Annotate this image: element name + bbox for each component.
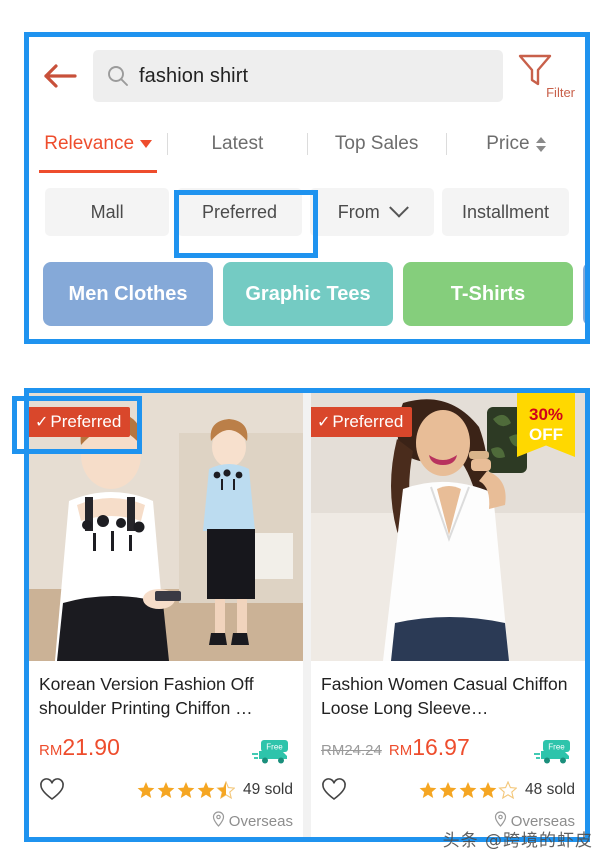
product-location: Overseas (39, 811, 293, 831)
chip-from[interactable]: From (309, 188, 434, 236)
chip-mall[interactable]: Mall (45, 188, 170, 236)
category-chip-row: Men Clothes Graphic Tees T-Shirts (29, 251, 585, 337)
svg-text:Free: Free (266, 743, 283, 752)
search-filter-panel: fashion shirt Filter Relevance Latest To… (29, 37, 585, 339)
tab-relevance[interactable]: Relevance (29, 115, 167, 173)
preferred-badge-label: Preferred (332, 412, 404, 431)
category-next-partial[interactable] (583, 262, 585, 326)
category-men-clothes[interactable]: Men Clothes (43, 262, 213, 326)
tab-top-sales-label: Top Sales (334, 133, 419, 154)
tab-relevance-label: Relevance (44, 133, 135, 154)
product-info: Korean Version Fashion Off shoulder Prin… (29, 661, 303, 837)
tab-latest-label: Latest (211, 133, 264, 154)
price-amount: 16.97 (412, 734, 470, 760)
currency-symbol: RM (39, 742, 63, 759)
product-price-row: RM24.24 RM16.97 Free (321, 734, 575, 764)
search-input[interactable]: fashion shirt (93, 50, 503, 102)
check-icon: ✓ (35, 414, 49, 431)
chip-from-label: From (337, 201, 380, 222)
product-title: Fashion Women Casual Chiffon Loose Long … (321, 674, 568, 718)
product-title: Korean Version Fashion Off shoulder Prin… (39, 674, 254, 718)
star-rating (137, 781, 235, 799)
category-men-clothes-label: Men Clothes (68, 282, 188, 305)
product-grid: ✓ Preferred Korean Version Fashion Off s… (29, 393, 585, 837)
preferred-badge-label: Preferred (50, 412, 122, 431)
filter-button[interactable]: Filter (513, 48, 575, 104)
preferred-badge: ✓ Preferred (29, 407, 131, 437)
rating-and-sold: 48 sold (419, 781, 575, 799)
free-shipping-badge: Free (251, 739, 291, 765)
preferred-badge: ✓ Preferred (311, 407, 413, 437)
app-screenshot: fashion shirt Filter Relevance Latest To… (0, 0, 609, 861)
sort-up-down-icon (535, 136, 546, 152)
search-bar: fashion shirt Filter (29, 37, 585, 115)
chip-mall-label: Mall (90, 201, 124, 222)
location-label: Overseas (228, 812, 293, 830)
filter-label: Filter (546, 85, 575, 100)
filter-chip-row: Mall Preferred From Installment (29, 173, 585, 251)
product-original-price: RM24.24 (321, 742, 382, 759)
rating-and-sold: 49 sold (137, 781, 293, 799)
product-price-row: RM21.90 Free (39, 734, 293, 764)
product-image[interactable]: ✓ Preferred (29, 393, 303, 661)
location-pin-icon (212, 811, 225, 831)
tab-price-label: Price (486, 133, 530, 154)
star-rating (419, 781, 517, 799)
product-price: RM21.90 (39, 734, 120, 761)
chip-preferred-label: Preferred (201, 201, 277, 222)
chip-preferred[interactable]: Preferred (177, 188, 302, 236)
tab-price[interactable]: Price (447, 115, 585, 173)
free-shipping-badge: Free (533, 739, 573, 765)
category-graphic-tees[interactable]: Graphic Tees (223, 262, 393, 326)
favorite-heart-icon[interactable] (39, 777, 65, 803)
check-icon: ✓ (317, 414, 331, 431)
product-meta-row: 49 sold (39, 777, 293, 803)
chip-installment-label: Installment (461, 201, 549, 222)
sold-count: 49 sold (243, 781, 293, 798)
category-t-shirts[interactable]: T-Shirts (403, 262, 573, 326)
sort-tabs: Relevance Latest Top Sales Price (29, 115, 585, 173)
currency-symbol: RM (388, 742, 413, 759)
product-info: Fashion Women Casual Chiffon Loose Long … (311, 661, 585, 837)
product-image[interactable]: ✓ Preferred 30% OFF (311, 393, 585, 661)
product-price: RM16.97 (389, 734, 470, 761)
product-meta-row: 48 sold (321, 777, 575, 803)
category-graphic-tees-label: Graphic Tees (245, 282, 371, 305)
product-card[interactable]: ✓ Preferred 30% OFF Fashion Women Casual… (311, 393, 585, 837)
chevron-down-icon (388, 197, 409, 218)
category-t-shirts-label: T-Shirts (450, 282, 526, 305)
sold-count: 48 sold (525, 781, 575, 798)
search-query-text: fashion shirt (139, 64, 249, 87)
active-tab-underline (39, 170, 158, 173)
product-card[interactable]: ✓ Preferred Korean Version Fashion Off s… (29, 393, 303, 837)
tab-latest[interactable]: Latest (168, 115, 306, 173)
back-arrow-icon[interactable] (37, 53, 83, 99)
tab-top-sales[interactable]: Top Sales (308, 115, 446, 173)
search-icon (107, 65, 129, 87)
caret-down-icon (140, 140, 153, 148)
svg-text:Free: Free (548, 743, 565, 752)
favorite-heart-icon[interactable] (321, 777, 347, 803)
watermark: 头条 @跨境的虾皮 (442, 831, 593, 851)
discount-percent: 30% (528, 405, 564, 425)
discount-off-label: OFF (529, 425, 563, 444)
price-amount: 21.90 (62, 734, 120, 760)
chip-installment[interactable]: Installment (441, 188, 569, 236)
